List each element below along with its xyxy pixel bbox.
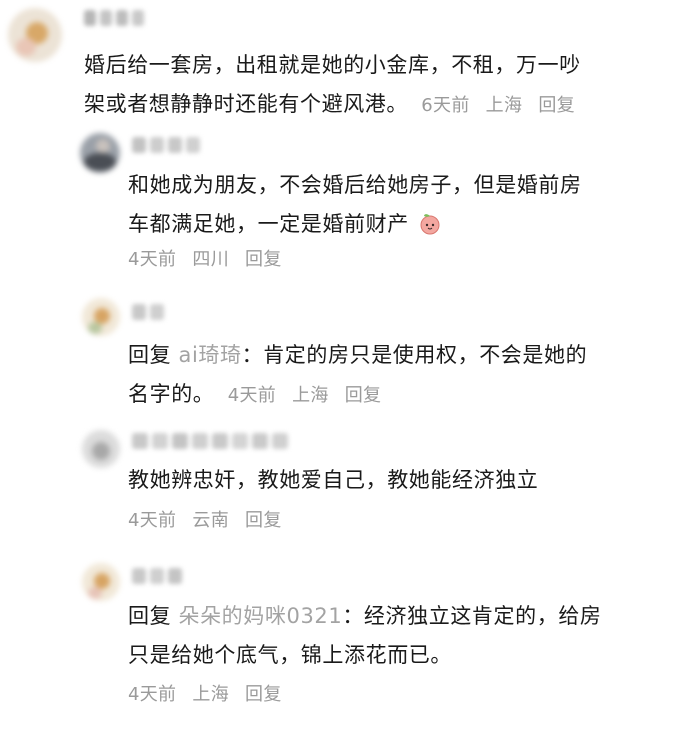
reply-button[interactable]: 回复 xyxy=(245,684,282,705)
comment-text: 婚后给一套房，出租就是她的小金库，不租，万一吵 架或者想静静时还能有个避风港。 … xyxy=(84,46,684,125)
username-blurred[interactable] xyxy=(132,568,182,584)
comment-location: 四川 xyxy=(192,249,229,270)
comment-text-line: 婚后给一套房，出租就是她的小金库，不租，万一吵 xyxy=(84,53,581,77)
avatar[interactable] xyxy=(80,133,120,173)
comment-text-line: 和她成为朋友，不会婚后给她房子，但是婚前房 xyxy=(128,173,582,197)
comment-location: 上海 xyxy=(292,385,329,406)
comment-text-line: 架或者想静静时还能有个避风港。 6天前 上海 回复 xyxy=(84,85,684,125)
comment-meta: 4天前 上海 回复 xyxy=(128,680,292,706)
comment-location: 上海 xyxy=(485,95,523,116)
avatar[interactable] xyxy=(82,298,120,336)
avatar[interactable] xyxy=(8,8,62,62)
username-blurred[interactable] xyxy=(84,10,144,26)
comment-text-line-content: 名字的。 xyxy=(128,382,215,406)
comment-time: 4天前 xyxy=(128,249,177,270)
comment-text-line: 只是给她个底气，锦上添花而已。 xyxy=(128,643,452,667)
comment-time: 4天前 xyxy=(128,510,177,531)
comment-location: 上海 xyxy=(192,684,229,705)
reply-prefix: 回复 xyxy=(128,343,179,367)
username-blurred[interactable] xyxy=(132,433,288,449)
comment-location: 云南 xyxy=(192,510,229,531)
comment-meta: 4天前 四川 回复 xyxy=(128,245,292,271)
reply-prefix: 回复 xyxy=(128,604,179,628)
comment-time: 6天前 xyxy=(421,95,470,116)
peach-emoji-icon xyxy=(420,214,440,235)
comment-text: 回复 ai琦琦：肯定的房只是使用权，不会是她的 名字的。 4天前 上海 回复 xyxy=(128,336,678,415)
comment-text-line: 回复 ai琦琦：肯定的房只是使用权，不会是她的 xyxy=(128,336,678,375)
comment-text-line-content: 架或者想静静时还能有个避风港。 xyxy=(84,92,408,116)
comment-text-line: 教她辨忠奸，教她爱自己，教她能经济独立 xyxy=(128,468,539,492)
reply-button[interactable]: 回复 xyxy=(345,385,382,406)
mention-link[interactable]: 朵朵的妈咪0321 xyxy=(178,604,342,628)
username-blurred[interactable] xyxy=(132,304,164,320)
comment-text-line: 车都满足她，一定是婚前财产 xyxy=(128,205,678,244)
comment-meta: 4天前 上海 回复 xyxy=(228,385,392,406)
comment-time: 4天前 xyxy=(128,684,177,705)
comment-text: 回复 朵朵的妈咪0321：经济独立这肯定的，给房 只是给她个底气，锦上添花而已。 xyxy=(128,597,678,675)
comment-text-line-content: ：肯定的房只是使用权，不会是她的 xyxy=(241,343,588,367)
comment-text-line-content: 车都满足她，一定是婚前财产 xyxy=(128,212,409,236)
reply-button[interactable]: 回复 xyxy=(245,510,282,531)
avatar[interactable] xyxy=(82,430,120,468)
comment-text-line-content: ：经济独立这肯定的，给房 xyxy=(342,604,602,628)
comment-text-line: 名字的。 4天前 上海 回复 xyxy=(128,375,678,415)
comment-meta: 6天前 上海 回复 xyxy=(421,95,585,116)
comment-text: 和她成为朋友，不会婚后给她房子，但是婚前房 车都满足她，一定是婚前财产 xyxy=(128,166,678,244)
comment-text: 教她辨忠奸，教她爱自己，教她能经济独立 xyxy=(128,461,678,500)
avatar[interactable] xyxy=(82,563,120,601)
reply-button[interactable]: 回复 xyxy=(245,249,282,270)
username-blurred[interactable] xyxy=(132,137,200,153)
reply-button[interactable]: 回复 xyxy=(538,95,575,116)
comment-time: 4天前 xyxy=(227,385,277,406)
mention-link[interactable]: ai琦琦 xyxy=(178,343,241,367)
comment-meta: 4天前 云南 回复 xyxy=(128,506,292,532)
comment-text-line: 回复 朵朵的妈咪0321：经济独立这肯定的，给房 xyxy=(128,597,678,636)
